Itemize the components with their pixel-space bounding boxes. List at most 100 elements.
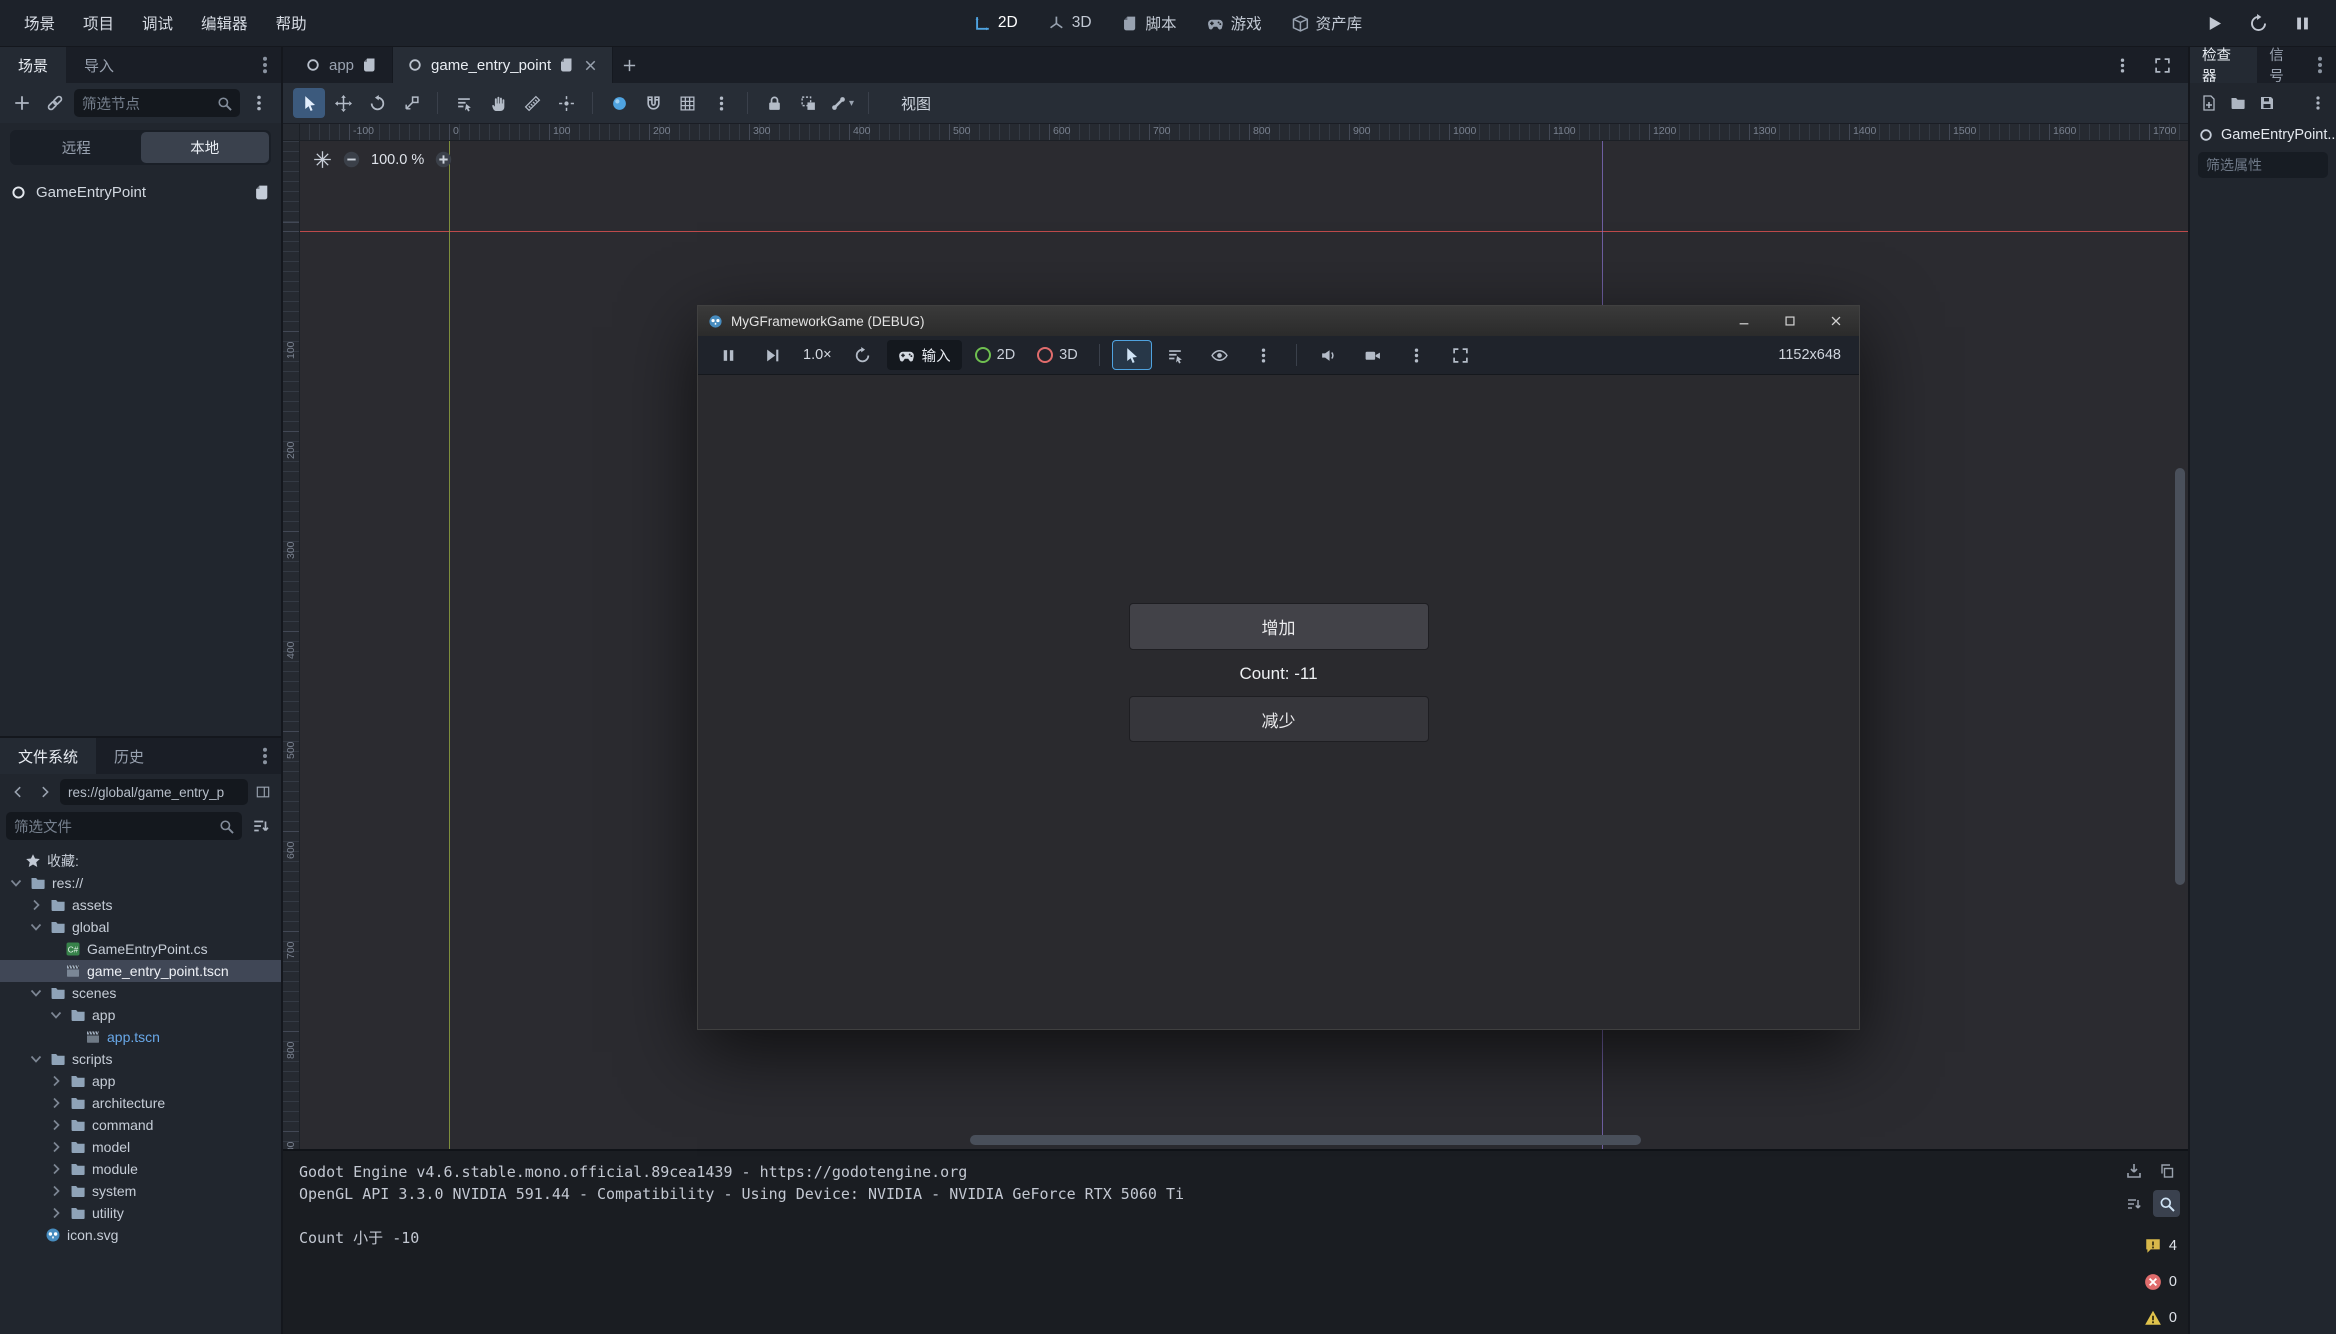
workspace-游戏[interactable]: 游戏 [1195, 7, 1274, 39]
seg-本地[interactable]: 本地 [141, 132, 270, 163]
select-tool[interactable] [293, 88, 325, 118]
sort-files-button[interactable] [247, 812, 275, 840]
horizontal-scrollbar[interactable] [970, 1135, 1641, 1145]
pan-tool[interactable] [482, 88, 514, 118]
scene-tab-app[interactable]: app [291, 47, 393, 83]
workspace-脚本[interactable]: 脚本 [1110, 7, 1189, 39]
inspector-menu-button[interactable] [2305, 90, 2330, 115]
menu-item-0[interactable]: 场景 [10, 12, 69, 34]
filter-properties-input[interactable]: 筛选属性 [2198, 152, 2328, 178]
ruler-tool[interactable] [516, 88, 548, 118]
list-select-tool[interactable] [448, 88, 480, 118]
zoom-level[interactable]: 100.0 % [371, 152, 424, 168]
fs-item-architecture[interactable]: architecture [0, 1092, 281, 1114]
filesystem-dock-menu-icon[interactable] [255, 746, 275, 766]
input-mode-toggle[interactable]: 输入 [887, 340, 962, 370]
mode-2d-toggle[interactable]: 2D [966, 340, 1025, 370]
restart-button[interactable] [2244, 9, 2272, 37]
fs-item-global[interactable]: global [0, 916, 281, 938]
load-resource-button[interactable] [2225, 90, 2250, 115]
current-path-field[interactable]: res://global/game_entry_p [60, 779, 248, 805]
fs-item-command[interactable]: command [0, 1114, 281, 1136]
smart-snap-toggle[interactable] [603, 88, 635, 118]
mode-3d-toggle[interactable]: 3D [1028, 340, 1087, 370]
fs-item-assets[interactable]: assets [0, 894, 281, 916]
audio-mute-button[interactable] [1309, 340, 1349, 370]
group-toggle[interactable] [792, 88, 824, 118]
snap-options[interactable] [671, 88, 703, 118]
fs-item-game_entry_point.tscn[interactable]: game_entry_point.tscn [0, 960, 281, 982]
fs-item-GameEntryPoint.cs[interactable]: C#GameEntryPoint.cs [0, 938, 281, 960]
menu-item-1[interactable]: 项目 [69, 12, 128, 34]
inspector-tab-0[interactable]: 检查器 [2190, 47, 2257, 83]
fs-item-app[interactable]: app [0, 1004, 281, 1026]
snap-menu[interactable] [705, 88, 737, 118]
zoom-out-button[interactable] [342, 150, 361, 169]
expand-viewport-button[interactable] [2148, 51, 2176, 79]
search-output-button[interactable] [2153, 1190, 2180, 1217]
workspace-2D[interactable]: 2D [962, 9, 1030, 37]
minimize-button[interactable] [1721, 306, 1767, 336]
split-view-button[interactable] [251, 780, 275, 804]
scene-tab-game_entry_point[interactable]: game_entry_point [393, 47, 613, 83]
camera-menu-button[interactable] [1397, 340, 1437, 370]
inspected-node-row[interactable]: GameEntryPoint... [2190, 122, 2336, 148]
reset-button[interactable] [843, 340, 883, 370]
save-resource-button[interactable] [2254, 90, 2279, 115]
scene-tab-0[interactable]: 场景 [0, 47, 66, 83]
fs-item-utility[interactable]: utility [0, 1202, 281, 1224]
workspace-3D[interactable]: 3D [1036, 9, 1104, 37]
add-node-button[interactable] [8, 89, 36, 117]
scene-node-GameEntryPoint[interactable]: GameEntryPoint [0, 176, 281, 208]
grid-snap-toggle[interactable] [637, 88, 669, 118]
messages-badge[interactable]: 4 [2141, 1233, 2180, 1259]
scene-tab-1[interactable]: 导入 [66, 47, 132, 83]
embed-fullscreen-button[interactable] [1441, 340, 1481, 370]
camera-override-button[interactable] [1353, 340, 1393, 370]
copy-output-button[interactable] [2153, 1157, 2180, 1184]
fs-item-app.tscn[interactable]: app.tscn [0, 1026, 281, 1048]
fs-item-app[interactable]: app [0, 1070, 281, 1092]
suspend-button[interactable] [708, 340, 748, 370]
scale-tool[interactable] [395, 88, 427, 118]
fs-item-res://[interactable]: res:// [0, 872, 281, 894]
nav-back-button[interactable] [6, 780, 30, 804]
seg-远程[interactable]: 远程 [12, 132, 141, 163]
errors-badge[interactable]: 0 [2141, 1269, 2180, 1295]
fs-item-module[interactable]: module [0, 1158, 281, 1180]
fs-item-icon.svg[interactable]: icon.svg [0, 1224, 281, 1246]
move-tool[interactable] [327, 88, 359, 118]
skeleton-options[interactable]: ▾ [826, 88, 858, 118]
decrease-button[interactable]: 减少 [1129, 696, 1429, 742]
close-button[interactable] [1813, 306, 1859, 336]
menu-item-3[interactable]: 编辑器 [187, 12, 262, 34]
menu-item-4[interactable]: 帮助 [262, 12, 321, 34]
game-list-select-button[interactable] [1156, 340, 1196, 370]
zoom-in-button[interactable] [434, 150, 453, 169]
filter-messages-button[interactable] [2120, 1190, 2147, 1217]
inspector-tab-1[interactable]: 信号 [2257, 47, 2310, 83]
fs-item-收藏:[interactable]: 收藏: [0, 850, 281, 872]
filter-files-input[interactable]: 筛选文件 [6, 812, 242, 840]
maximize-button[interactable] [1767, 306, 1813, 336]
workspace-资产库[interactable]: 资产库 [1280, 7, 1375, 39]
filesystem-tab-1[interactable]: 历史 [96, 738, 162, 774]
pause-button[interactable] [2288, 9, 2316, 37]
fs-item-scenes[interactable]: scenes [0, 982, 281, 1004]
filter-nodes-input[interactable]: 筛选节点 [74, 89, 240, 117]
fs-item-system[interactable]: system [0, 1180, 281, 1202]
vertical-scrollbar[interactable] [2175, 468, 2185, 885]
visibility-button[interactable] [1200, 340, 1240, 370]
center-view-icon[interactable] [313, 150, 332, 169]
scene-dock-menu-icon[interactable] [255, 55, 275, 75]
inspector-dock-menu-icon[interactable] [2310, 55, 2330, 75]
warnings-badge[interactable]: 0 [2141, 1305, 2180, 1331]
debug-menu-button[interactable] [1244, 340, 1284, 370]
lock-toggle[interactable] [758, 88, 790, 118]
nav-forward-button[interactable] [33, 780, 57, 804]
rotate-tool[interactable] [361, 88, 393, 118]
close-tab-icon[interactable] [583, 58, 598, 73]
increase-button[interactable]: 增加 [1129, 603, 1429, 650]
speed[interactable]: 1.0× [796, 347, 839, 363]
game-select-tool-button[interactable] [1112, 340, 1152, 370]
